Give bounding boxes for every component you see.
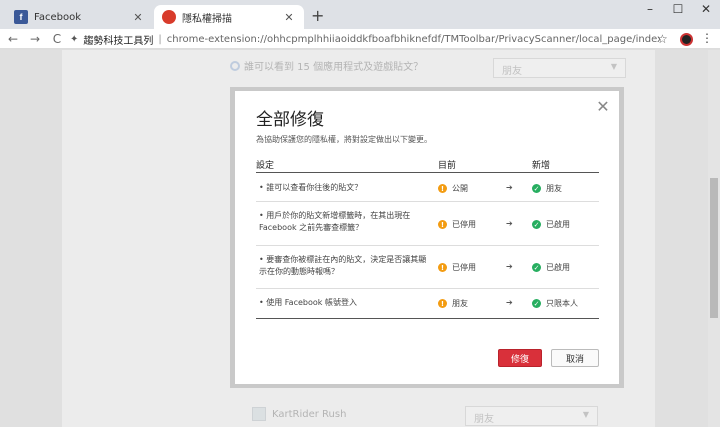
address-bar[interactable]: ✦ 趨勢科技工具列 | chrome-extension://ohhcpmplh… [70,29,660,49]
new-value: 只限本人 [546,299,578,308]
current-value: 朋友 [452,299,468,308]
check-icon: ✓ [532,220,541,229]
current-value: 已停用 [452,263,476,272]
minimize-icon[interactable]: – [640,2,660,16]
setting-text: 要審查你被標註在內的貼文，決定是否讓其顯示在你的動態時報嗎？ [259,255,427,276]
tab-facebook[interactable]: f Facebook ✕ [6,5,153,29]
new-tab-icon[interactable]: + [311,6,324,25]
profile-avatar[interactable] [680,33,693,46]
table-row: • 誰可以查看你往後的貼文？ ! 公開 ➔ ✓ 朋友 [256,174,599,202]
cancel-button[interactable]: 取消 [551,349,599,367]
arrow-right-icon: ➔ [506,262,513,271]
arrow-right-icon: ➔ [506,298,513,307]
setting-text: 用戶於你的貼文新增標籤時，在其出現在 Facebook 之前先審查標籤？ [259,211,411,232]
warning-icon: ! [438,263,447,272]
back-icon[interactable]: ← [4,32,22,46]
warning-icon: ! [438,220,447,229]
current-value: 公開 [452,184,468,193]
table-row: • 要審查你被標註在內的貼文，決定是否讓其顯示在你的動態時報嗎？ ! 已停用 ➔ … [256,247,599,289]
table-row: • 用戶於你的貼文新增標籤時，在其出現在 Facebook 之前先審查標籤？ !… [256,203,599,246]
setting-text: 誰可以查看你往後的貼文？ [266,183,363,192]
check-icon: ✓ [532,263,541,272]
url-origin: 趨勢科技工具列 [83,35,154,47]
trend-micro-favicon-icon [162,10,176,24]
fix-button[interactable]: 修復 [498,349,542,367]
tab-strip: f Facebook ✕ 隱私權掃描 ✕ + – ☐ ✕ [0,0,720,29]
fix-all-dialog: ✕ 全部修復 為協助保護您的隱私權，將對設定做出以下變更。 設定 目前 新增 •… [235,91,619,384]
warning-icon: ! [438,299,447,308]
tab-label: 隱私權掃描 [182,13,232,25]
check-icon: ✓ [532,184,541,193]
dialog-title: 全部修復 [256,110,324,130]
table-bottom-rule [256,318,599,319]
table-row: • 使用 Facebook 帳號登入 ! 朋友 ➔ ✓ 只限本人 [259,298,578,308]
header-new: 新增 [532,161,551,171]
setting-text: 使用 Facebook 帳號登入 [266,298,357,307]
window-close-icon[interactable]: ✕ [696,2,716,16]
facebook-favicon-icon: f [14,10,28,24]
check-icon: ✓ [532,299,541,308]
new-value: 朋友 [546,184,562,193]
browser-toolbar: ← → C ✦ 趨勢科技工具列 | chrome-extension://ohh… [0,29,720,49]
close-icon[interactable]: ✕ [596,99,610,115]
warning-icon: ! [438,184,447,193]
header-setting: 設定 [256,161,275,171]
dialog-description: 為協助保護您的隱私權，將對設定做出以下變更。 [256,135,432,144]
url-separator: | [158,33,162,45]
url-text: chrome-extension://ohhcpmplhhiiaoiddkfbo… [166,33,660,45]
header-current: 目前 [438,161,457,171]
bookmark-star-icon[interactable]: ☆ [657,32,668,46]
extension-icon: ✦ [70,33,79,45]
table-header: 設定 目前 新增 [256,155,599,173]
tab-privacy-scanner[interactable]: 隱私權掃描 ✕ [154,5,304,29]
new-value: 已啟用 [546,263,570,272]
menu-icon[interactable]: ⋮ [701,31,713,45]
maximize-icon[interactable]: ☐ [668,2,688,16]
tab-close-icon[interactable]: ✕ [131,11,145,24]
tab-label: Facebook [34,11,81,23]
forward-icon[interactable]: → [26,32,44,46]
arrow-right-icon: ➔ [506,219,513,228]
tab-close-icon[interactable]: ✕ [282,11,296,24]
reload-icon[interactable]: C [48,32,66,46]
arrow-right-icon: ➔ [506,183,513,192]
current-value: 已停用 [452,220,476,229]
new-value: 已啟用 [546,220,570,229]
